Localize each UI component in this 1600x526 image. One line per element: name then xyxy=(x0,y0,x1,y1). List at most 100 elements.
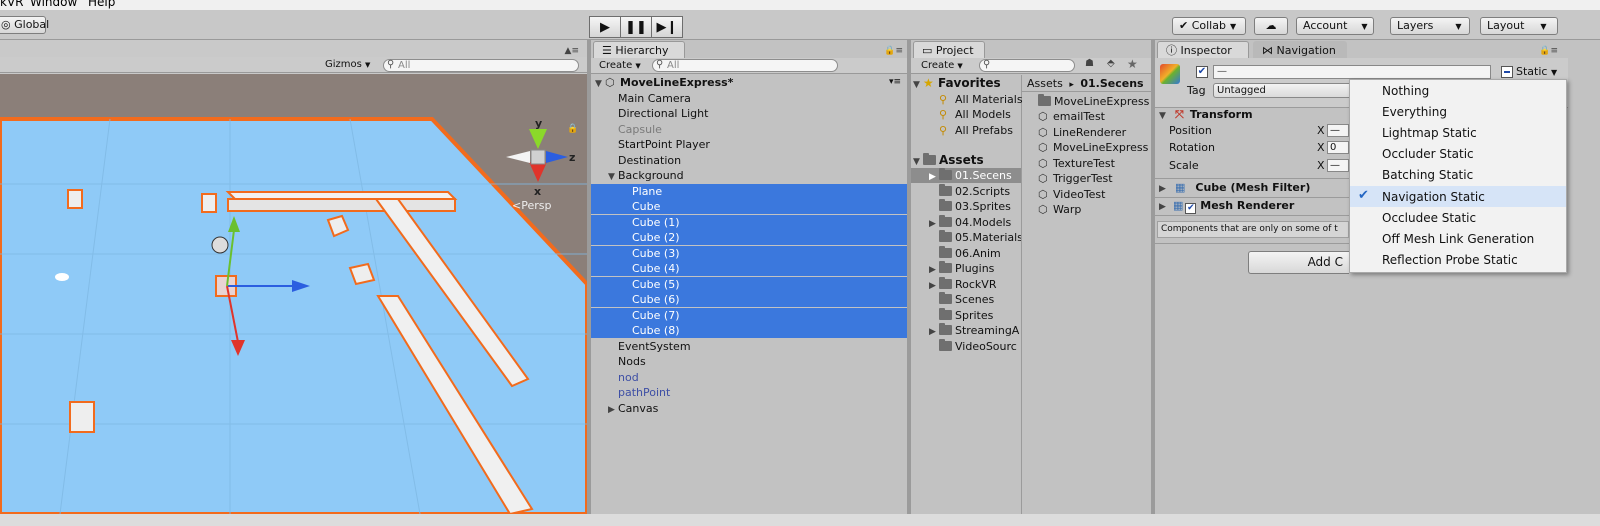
hierarchy-item-cube[interactable]: Cube xyxy=(591,199,907,214)
folder-plugins[interactable]: ▶ Plugins xyxy=(929,261,994,276)
static-menu-item-off-mesh-link-generation[interactable]: Off Mesh Link Generation xyxy=(1382,229,1534,249)
scale-x-field[interactable]: — xyxy=(1327,159,1349,172)
hierarchy-create-button[interactable]: Create ▼ xyxy=(599,59,641,73)
panel-menu-icon[interactable]: ▲≡ xyxy=(565,46,579,56)
static-menu-item-batching-static[interactable]: Batching Static xyxy=(1382,165,1473,185)
menu-item-window[interactable]: Window xyxy=(30,0,77,9)
scene-viewport[interactable]: y z x <Persp 🔒 xyxy=(0,74,587,514)
tab-inspector[interactable]: ⓘ Inspector xyxy=(1157,41,1249,59)
folder-streamingassets[interactable]: ▶ StreamingA xyxy=(929,323,1021,338)
rotation-x-field[interactable]: 0 xyxy=(1327,141,1349,154)
favorite-all-models[interactable]: ⚲ All Models xyxy=(939,107,1011,122)
layout-dropdown[interactable]: Layout ▼ xyxy=(1480,17,1558,35)
file-linerenderer[interactable]: ⬡ LineRenderer xyxy=(1038,125,1126,140)
assets-header[interactable]: ▼ Assets xyxy=(913,153,984,168)
project-create-button[interactable]: Create ▼ xyxy=(921,59,963,73)
favorite-all-materials[interactable]: ⚲ All Materials xyxy=(939,92,1023,107)
file-movelineexpress-scene[interactable]: ⬡ MoveLineExpress xyxy=(1038,140,1151,155)
project-search-input[interactable] xyxy=(979,59,1075,72)
global-toggle-button[interactable]: ◎ Global xyxy=(0,16,49,34)
hierarchy-item-plane[interactable]: Plane xyxy=(591,184,907,199)
pause-button[interactable]: ❚❚ xyxy=(620,16,652,38)
folder-rockvr[interactable]: ▶ RockVR xyxy=(929,277,996,292)
folder-02-scripts[interactable]: 02.Scripts xyxy=(939,184,1010,199)
hierarchy-item-cube-5[interactable]: Cube (5) xyxy=(591,277,907,292)
hierarchy-item-eventsystem[interactable]: EventSystem xyxy=(591,339,907,354)
hierarchy-item-main-camera[interactable]: Main Camera xyxy=(591,91,907,106)
hierarchy-item-cube-7[interactable]: Cube (7) xyxy=(591,308,907,323)
hierarchy-item-directional-light[interactable]: Directional Light xyxy=(591,106,907,121)
hierarchy-item-background[interactable]: ▼ Background xyxy=(591,168,907,183)
folder-05-materials[interactable]: 05.Materials xyxy=(939,230,1021,245)
hierarchy-item-cube-1[interactable]: Cube (1) xyxy=(591,215,907,230)
add-component-button[interactable]: Add C xyxy=(1248,251,1349,274)
hierarchy-search-input[interactable]: All xyxy=(652,59,838,72)
favorite-star-icon[interactable]: ★ xyxy=(1127,57,1138,71)
hierarchy-item-cube-4[interactable]: Cube (4) xyxy=(591,261,907,276)
file-movelineexpress-folder[interactable]: MoveLineExpress xyxy=(1038,94,1151,109)
scene-root-row[interactable]: ▼ ⬡ MoveLineExpress* ▾≡ xyxy=(595,75,907,90)
breadcrumb-assets[interactable]: Assets xyxy=(1027,77,1063,90)
breadcrumb-current[interactable]: 01.Secens xyxy=(1080,77,1143,90)
file-triggertest[interactable]: ⬡ TriggerTest xyxy=(1038,171,1113,186)
tab-project[interactable]: ▭ Project xyxy=(913,41,985,59)
static-menu-item-everything[interactable]: Everything xyxy=(1382,102,1447,122)
hierarchy-item-pathpoint[interactable]: pathPoint xyxy=(591,385,907,400)
account-dropdown[interactable]: Account ▼ xyxy=(1296,17,1374,35)
tab-hierarchy[interactable]: ☰ Hierarchy xyxy=(593,41,685,59)
step-button[interactable]: ▶❙ xyxy=(651,16,683,38)
scene-menu-icon[interactable]: ▾≡ xyxy=(889,75,901,90)
filter-by-type-icon[interactable]: ☗ xyxy=(1085,58,1094,69)
folder-06-anim[interactable]: 06.Anim xyxy=(939,246,1001,261)
file-emailtest[interactable]: ⬡ emailTest xyxy=(1038,109,1105,124)
filter-by-label-icon[interactable]: ⬘ xyxy=(1107,58,1115,69)
layers-dropdown[interactable]: Layers ▼ xyxy=(1390,17,1470,35)
static-menu-item-nothing[interactable]: Nothing xyxy=(1382,81,1429,101)
folder-04-models[interactable]: ▶ 04.Models xyxy=(929,215,1011,230)
name-field[interactable]: — xyxy=(1213,65,1491,79)
folder-videosource[interactable]: VideoSourc xyxy=(939,339,1021,354)
hierarchy-item-nods[interactable]: Nods xyxy=(591,354,907,369)
folder-scenes[interactable]: Scenes xyxy=(939,292,994,307)
hierarchy-item-nod[interactable]: nod xyxy=(591,370,907,385)
folder-01-secens[interactable]: ▶ 01.Secens xyxy=(911,168,1021,183)
menu-item-help[interactable]: Help xyxy=(88,0,115,9)
static-menu-item-navigation-static[interactable]: Navigation Static xyxy=(1382,187,1485,207)
file-texturetest[interactable]: ⬡ TextureTest xyxy=(1038,156,1115,171)
lock-icon[interactable]: 🔒 xyxy=(567,123,578,134)
mesh-renderer-header[interactable]: ▶ ▦ ✔ Mesh Renderer xyxy=(1155,198,1349,214)
gizmos-dropdown[interactable]: Gizmos ▼ xyxy=(325,58,370,72)
cloud-button[interactable]: ☁ xyxy=(1254,17,1288,35)
hierarchy-item-canvas[interactable]: ▶ Canvas xyxy=(591,401,907,416)
scene-search-input[interactable]: All xyxy=(383,59,579,72)
position-x-field[interactable]: — xyxy=(1327,124,1349,137)
file-warp[interactable]: ⬡ Warp xyxy=(1038,202,1081,217)
play-button[interactable]: ▶ xyxy=(589,16,621,38)
hierarchy-item-capsule[interactable]: Capsule xyxy=(591,122,907,137)
hierarchy-item-destination[interactable]: Destination xyxy=(591,153,907,168)
mesh-renderer-checkbox[interactable]: ✔ xyxy=(1185,203,1197,214)
folder-03-sprites[interactable]: 03.Sprites xyxy=(939,199,1011,214)
hierarchy-item-startpoint-player[interactable]: StartPoint Player xyxy=(591,137,907,152)
static-menu-item-occludee-static[interactable]: Occludee Static xyxy=(1382,208,1476,228)
tab-navigation[interactable]: ⋈ Navigation xyxy=(1253,41,1347,59)
lock-icon[interactable]: 🔒≡ xyxy=(884,46,903,56)
active-checkbox[interactable]: ✔ xyxy=(1196,66,1208,78)
static-dropdown[interactable]: Static ▼ xyxy=(1516,65,1557,78)
hierarchy-item-cube-8[interactable]: Cube (8) xyxy=(591,323,907,338)
collab-button[interactable]: ✔ Collab ▼ xyxy=(1172,17,1246,35)
hierarchy-item-cube-6[interactable]: Cube (6) xyxy=(591,292,907,307)
mesh-filter-header[interactable]: ▶ ▦ Cube (Mesh Filter) xyxy=(1155,180,1349,195)
file-videotest[interactable]: ⬡ VideoTest xyxy=(1038,187,1105,202)
static-menu-item-lightmap-static[interactable]: Lightmap Static xyxy=(1382,123,1477,143)
static-menu-item-reflection-probe-static[interactable]: Reflection Probe Static xyxy=(1382,250,1518,270)
static-mixed-checkbox[interactable] xyxy=(1501,66,1513,78)
folder-sprites[interactable]: Sprites xyxy=(939,308,993,323)
favorite-all-prefabs[interactable]: ⚲ All Prefabs xyxy=(939,123,1013,138)
static-menu-item-occluder-static[interactable]: Occluder Static xyxy=(1382,144,1474,164)
favorites-header[interactable]: ▼ ★ Favorites xyxy=(913,76,1001,91)
lock-icon[interactable]: 🔒≡ xyxy=(1539,46,1558,56)
tag-dropdown[interactable]: Untagged xyxy=(1213,83,1353,98)
menu-item-kvr[interactable]: kVR xyxy=(0,0,24,9)
hierarchy-item-cube-2[interactable]: Cube (2) xyxy=(591,230,907,245)
